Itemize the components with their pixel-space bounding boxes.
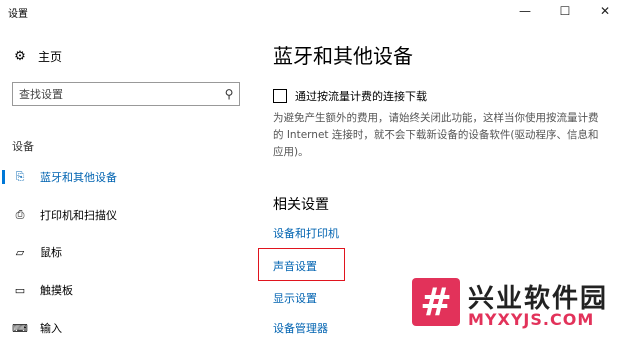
metered-download-checkbox[interactable] (273, 89, 287, 103)
highlight-annotation (258, 248, 345, 281)
active-indicator (2, 170, 5, 184)
bluetooth-devices-icon: ⎘ (15, 170, 25, 183)
title-bar: 设置 — ☐ ✕ (0, 0, 620, 24)
checkbox-label: 通过按流量计费的连接下载 (295, 90, 427, 103)
watermark-logo: # (412, 278, 460, 326)
link-devices-and-printers[interactable]: 设备和打印机 (273, 225, 339, 241)
sidebar-item-label: 蓝牙和其他设备 (40, 171, 117, 184)
watermark: # 兴业软件园 MYXYJS.COM (412, 278, 620, 339)
home-label: 主页 (38, 50, 63, 64)
printer-icon: ⎙ (15, 208, 25, 221)
sidebar-item-touchpad[interactable]: ▭ 触摸板 (0, 278, 250, 302)
search-icon[interactable]: ⚲ (219, 87, 239, 101)
minimize-button[interactable]: — (510, 0, 540, 22)
sidebar: ⚙ 主页 ⚲ 设备 ⎘ 蓝牙和其他设备 ⎙ 打印机和扫描仪 ⏥ 鼠标 ▭ 触摸板… (0, 24, 250, 339)
section-label: 设备 (12, 140, 34, 153)
metered-download-option[interactable]: 通过按流量计费的连接下载 (273, 88, 427, 104)
sidebar-item-typing[interactable]: ⌨ 输入 (0, 316, 250, 340)
sidebar-item-label: 触摸板 (40, 284, 73, 297)
metered-description: 为避免产生额外的费用，请始终关闭此功能，这样当你使用按流量计费的 Interne… (273, 112, 599, 158)
search-box[interactable]: ⚲ (12, 82, 240, 106)
page-title: 蓝牙和其他设备 (273, 44, 413, 68)
sidebar-item-label: 输入 (40, 322, 62, 335)
sidebar-item-mouse[interactable]: ⏥ 鼠标 (0, 240, 250, 264)
window-title: 设置 (8, 9, 28, 20)
close-button[interactable]: ✕ (590, 0, 620, 22)
mouse-icon: ⏥ (15, 245, 25, 259)
sidebar-item-printers[interactable]: ⎙ 打印机和扫描仪 (0, 203, 250, 227)
sidebar-item-bluetooth[interactable]: ⎘ 蓝牙和其他设备 (0, 165, 250, 189)
sidebar-item-home[interactable]: ⚙ 主页 (12, 48, 62, 65)
touchpad-icon: ▭ (14, 283, 26, 297)
link-display-settings[interactable]: 显示设置 (273, 290, 317, 306)
sidebar-item-label: 鼠标 (40, 246, 62, 259)
gear-icon: ⚙ (14, 49, 26, 64)
search-input[interactable] (13, 84, 219, 104)
sidebar-item-label: 打印机和扫描仪 (40, 209, 117, 222)
keyboard-icon: ⌨ (12, 321, 28, 335)
maximize-button[interactable]: ☐ (550, 0, 580, 22)
related-settings-heading: 相关设置 (273, 197, 329, 213)
link-device-manager[interactable]: 设备管理器 (273, 320, 328, 336)
watermark-en: MYXYJS.COM (468, 310, 595, 329)
